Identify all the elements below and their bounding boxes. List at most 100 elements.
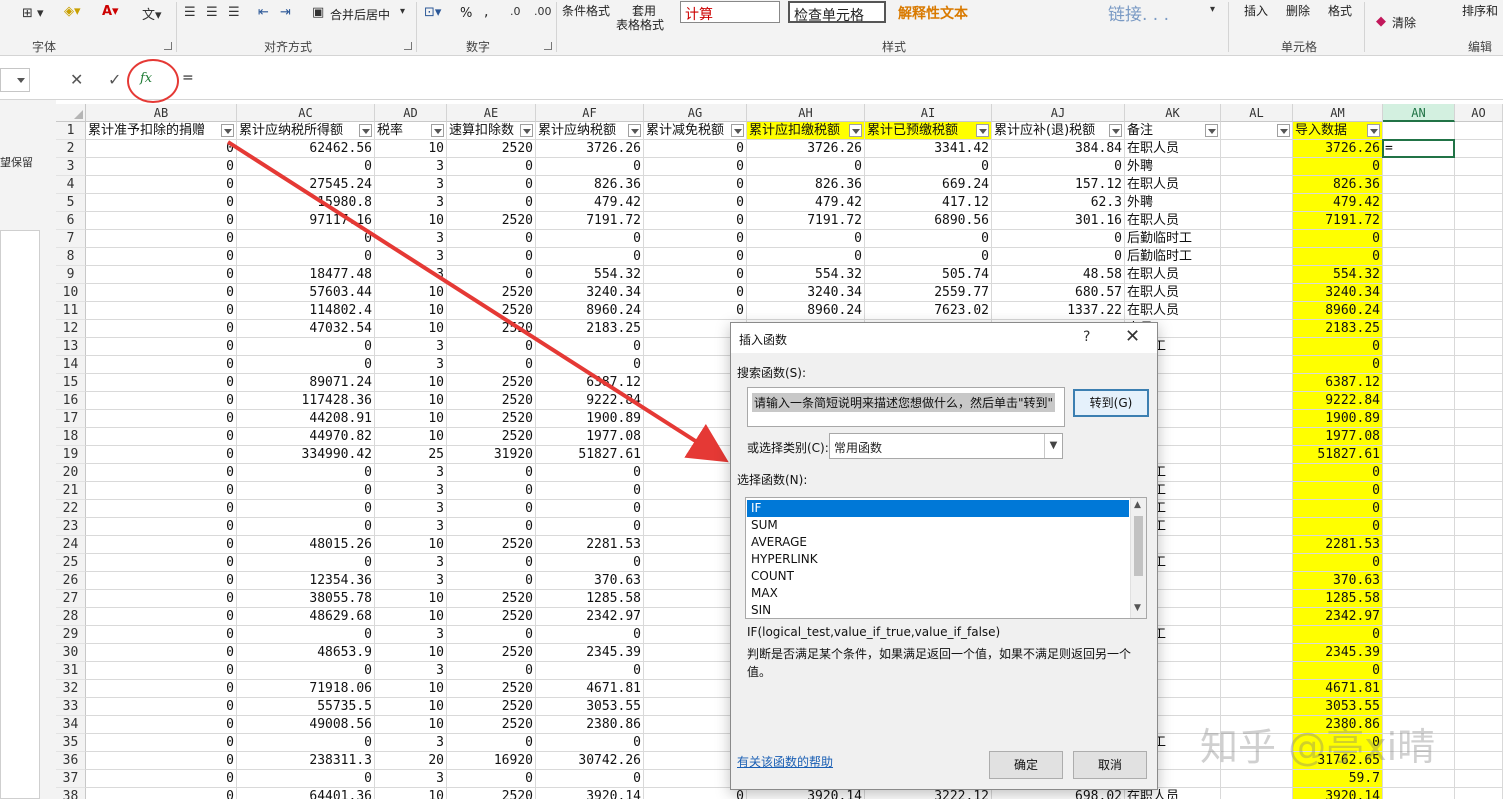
- table-cell[interactable]: 外聘: [1125, 158, 1221, 176]
- table-cell[interactable]: 0: [86, 266, 237, 284]
- header-cell[interactable]: 累计已预缴税额: [865, 122, 992, 140]
- table-cell[interactable]: 3: [375, 266, 447, 284]
- table-cell[interactable]: 0: [1293, 230, 1383, 248]
- table-cell[interactable]: [1383, 608, 1455, 626]
- table-cell[interactable]: 27545.24: [237, 176, 375, 194]
- table-cell[interactable]: [1455, 266, 1503, 284]
- row-header[interactable]: 11: [56, 302, 86, 320]
- table-cell[interactable]: 20: [375, 752, 447, 770]
- clear-button[interactable]: 清除: [1392, 14, 1416, 31]
- table-cell[interactable]: 0: [237, 770, 375, 788]
- table-cell[interactable]: 0: [447, 248, 536, 266]
- eraser-icon[interactable]: ◆: [1376, 14, 1386, 29]
- table-cell[interactable]: 97117.16: [237, 212, 375, 230]
- table-cell[interactable]: 0: [86, 446, 237, 464]
- row-header[interactable]: 9: [56, 266, 86, 284]
- filter-dropdown-icon[interactable]: [520, 124, 533, 137]
- table-cell[interactable]: 0: [536, 662, 644, 680]
- table-cell[interactable]: [1221, 410, 1293, 428]
- header-cell[interactable]: [1383, 122, 1455, 140]
- percent-button[interactable]: %: [460, 6, 472, 21]
- table-cell[interactable]: 0: [237, 500, 375, 518]
- table-cell[interactable]: 3726.26: [747, 140, 865, 158]
- table-cell[interactable]: 在职人员: [1125, 284, 1221, 302]
- table-cell[interactable]: 2520: [447, 320, 536, 338]
- table-cell[interactable]: 16920: [447, 752, 536, 770]
- table-cell[interactable]: 3: [375, 734, 447, 752]
- table-cell[interactable]: 9222.84: [1293, 392, 1383, 410]
- filter-dropdown-icon[interactable]: [1277, 124, 1290, 137]
- table-cell[interactable]: 0: [1293, 554, 1383, 572]
- table-cell[interactable]: 0: [86, 698, 237, 716]
- table-cell[interactable]: 7191.72: [1293, 212, 1383, 230]
- cancel-button[interactable]: 取消: [1073, 751, 1147, 779]
- filter-dropdown-icon[interactable]: [1367, 124, 1380, 137]
- table-cell[interactable]: [1383, 284, 1455, 302]
- table-cell[interactable]: 10: [375, 536, 447, 554]
- filter-dropdown-icon[interactable]: [1109, 124, 1122, 137]
- table-cell[interactable]: 3240.34: [747, 284, 865, 302]
- table-cell[interactable]: 3053.55: [1293, 698, 1383, 716]
- header-cell[interactable]: [1455, 122, 1503, 140]
- table-cell[interactable]: 在职人员: [1125, 212, 1221, 230]
- table-cell[interactable]: 114802.4: [237, 302, 375, 320]
- filter-dropdown-icon[interactable]: [976, 124, 989, 137]
- table-cell[interactable]: [1455, 770, 1503, 788]
- table-cell[interactable]: 2520: [447, 536, 536, 554]
- table-cell[interactable]: 10: [375, 590, 447, 608]
- table-cell[interactable]: [1221, 194, 1293, 212]
- row-header[interactable]: 1: [56, 122, 86, 140]
- table-cell[interactable]: [1455, 734, 1503, 752]
- table-cell[interactable]: [1383, 572, 1455, 590]
- table-cell[interactable]: 0: [86, 788, 237, 799]
- table-cell[interactable]: [1383, 212, 1455, 230]
- merge-center-button[interactable]: 合并后居中: [330, 6, 390, 23]
- table-cell[interactable]: [1455, 518, 1503, 536]
- table-cell[interactable]: [1383, 626, 1455, 644]
- row-header[interactable]: 10: [56, 284, 86, 302]
- filter-dropdown-icon[interactable]: [221, 124, 234, 137]
- header-cell[interactable]: [1221, 122, 1293, 140]
- table-cell[interactable]: 8960.24: [1293, 302, 1383, 320]
- table-format-button[interactable]: 表格格式: [616, 16, 664, 33]
- table-cell[interactable]: [1455, 662, 1503, 680]
- table-cell[interactable]: [1455, 482, 1503, 500]
- table-cell[interactable]: 0: [86, 338, 237, 356]
- table-cell[interactable]: 9222.84: [536, 392, 644, 410]
- table-cell[interactable]: 4671.81: [536, 680, 644, 698]
- header-cell[interactable]: 速算扣除数: [447, 122, 536, 140]
- table-cell[interactable]: [1383, 356, 1455, 374]
- table-cell[interactable]: 48.58: [992, 266, 1125, 284]
- number-dialog-launcher-icon[interactable]: [544, 42, 552, 50]
- row-header[interactable]: 2: [56, 140, 86, 158]
- table-cell[interactable]: 3240.34: [536, 284, 644, 302]
- table-cell[interactable]: 10: [375, 302, 447, 320]
- row-header[interactable]: 33: [56, 698, 86, 716]
- table-cell[interactable]: [1383, 482, 1455, 500]
- table-cell[interactable]: 0: [86, 536, 237, 554]
- table-cell[interactable]: 0: [237, 338, 375, 356]
- table-cell[interactable]: 0: [447, 230, 536, 248]
- style-calc[interactable]: 计算: [680, 1, 780, 23]
- table-cell[interactable]: [1221, 608, 1293, 626]
- table-cell[interactable]: 0: [1293, 248, 1383, 266]
- row-header[interactable]: 5: [56, 194, 86, 212]
- table-cell[interactable]: 370.63: [536, 572, 644, 590]
- table-cell[interactable]: [1221, 662, 1293, 680]
- table-cell[interactable]: 62462.56: [237, 140, 375, 158]
- table-cell[interactable]: 2520: [447, 608, 536, 626]
- align-center-icon[interactable]: ☰: [206, 5, 218, 20]
- table-cell[interactable]: 15980.8: [237, 194, 375, 212]
- table-cell[interactable]: 3: [375, 572, 447, 590]
- table-cell[interactable]: 3: [375, 500, 447, 518]
- table-cell[interactable]: 48653.9: [237, 644, 375, 662]
- table-cell[interactable]: 505.74: [865, 266, 992, 284]
- table-cell[interactable]: 2520: [447, 392, 536, 410]
- table-cell[interactable]: [1455, 176, 1503, 194]
- table-cell[interactable]: 0: [237, 482, 375, 500]
- table-cell[interactable]: [1221, 338, 1293, 356]
- table-cell[interactable]: 10: [375, 608, 447, 626]
- function-list-item[interactable]: SIN: [747, 602, 1129, 618]
- table-cell[interactable]: 0: [86, 176, 237, 194]
- header-cell[interactable]: 累计准予扣除的捐赠: [86, 122, 237, 140]
